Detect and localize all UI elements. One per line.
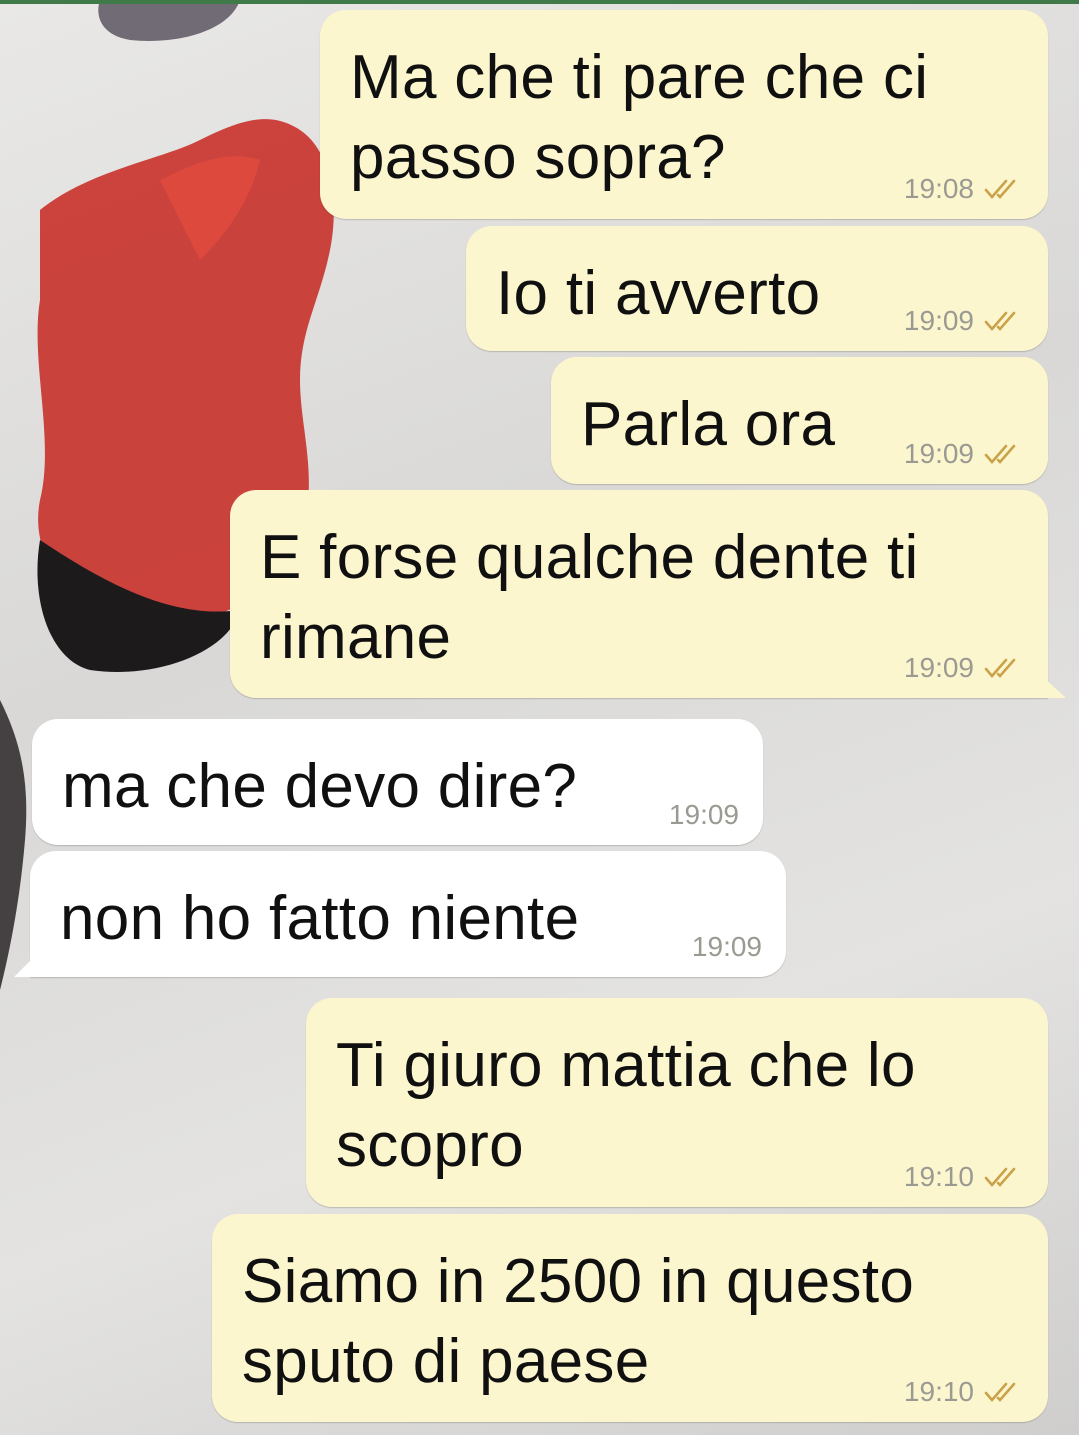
message-timestamp: 19:09 xyxy=(903,305,974,336)
double-check-icon xyxy=(984,179,1016,199)
outgoing-message-bubble[interactable]: Ti giuro mattia che lo scopro 19:10 xyxy=(306,998,1048,1207)
double-check-icon xyxy=(984,1382,1016,1402)
bubble-tail xyxy=(1042,676,1066,698)
message-timestamp: 19:10 xyxy=(903,1161,974,1192)
outgoing-message-bubble[interactable]: Ma che ti pare che ci passo sopra? 19:08 xyxy=(320,10,1048,219)
outgoing-message-bubble[interactable]: Siamo in 2500 in questo sputo di paese 19… xyxy=(212,1214,1048,1422)
message-meta: 19:09 xyxy=(669,799,739,831)
outgoing-message-bubble[interactable]: E forse qualche dente ti rimane 19:09 xyxy=(230,490,1066,698)
message-text: ma che devo dire? xyxy=(62,752,578,821)
message-timestamp: 19:10 xyxy=(903,1376,974,1407)
double-check-icon xyxy=(984,444,1016,464)
message-meta: 19:10 xyxy=(904,1376,1024,1408)
bubble-tail xyxy=(14,955,36,977)
double-check-icon xyxy=(984,658,1016,678)
double-check-icon xyxy=(984,1167,1016,1187)
message-timestamp: 19:09 xyxy=(668,799,739,830)
incoming-message-bubble[interactable]: ma che devo dire? 19:09 xyxy=(32,719,763,845)
message-timestamp: 19:08 xyxy=(903,173,974,204)
double-check-icon xyxy=(984,311,1016,331)
outgoing-message-bubble[interactable]: Io ti avverto 19:09 xyxy=(466,226,1048,351)
message-timestamp: 19:09 xyxy=(691,931,762,962)
message-meta: 19:09 xyxy=(692,931,762,963)
message-meta: 19:09 xyxy=(904,305,1024,337)
message-meta: 19:09 xyxy=(904,652,1024,684)
outgoing-message-bubble[interactable]: Parla ora 19:09 xyxy=(551,357,1048,484)
message-text: non ho fatto niente xyxy=(60,884,580,953)
message-text: Siamo in 2500 in questo sputo di paese xyxy=(242,1247,915,1396)
message-meta: 19:09 xyxy=(904,438,1024,470)
top-status-strip xyxy=(0,0,1079,4)
message-meta: 19:10 xyxy=(904,1161,1024,1193)
message-meta: 19:08 xyxy=(904,173,1024,205)
message-timestamp: 19:09 xyxy=(903,652,974,683)
message-timestamp: 19:09 xyxy=(903,438,974,469)
incoming-message-bubble[interactable]: non ho fatto niente 19:09 xyxy=(14,851,786,977)
